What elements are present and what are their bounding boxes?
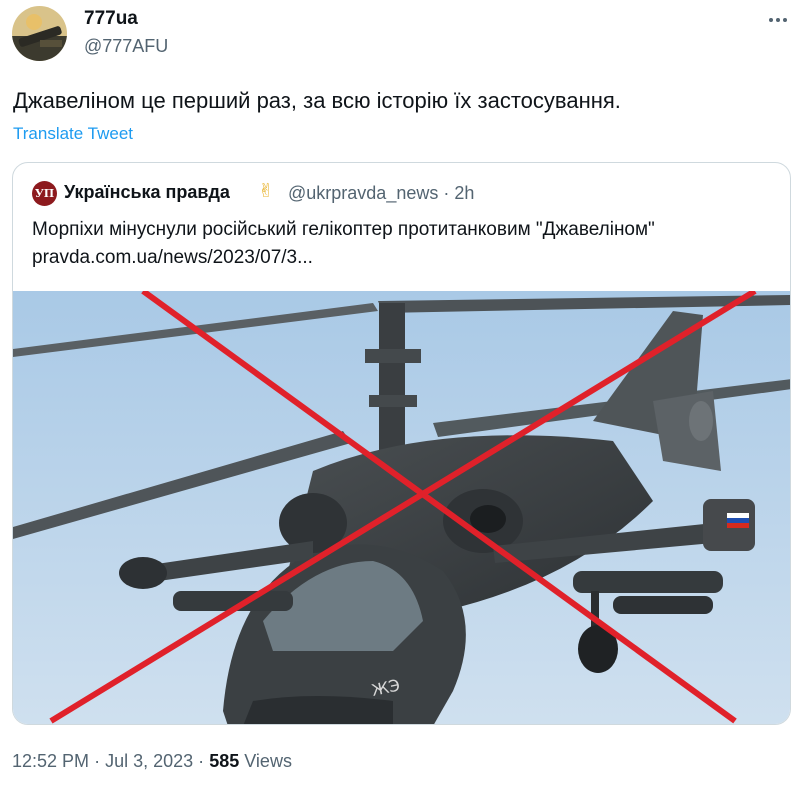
quoted-link[interactable]: pravda.com.ua/news/2023/07/3... (32, 244, 655, 272)
helicopter-photo[interactable]: ЖЭ (13, 288, 790, 724)
quoted-time[interactable]: 2h (454, 183, 474, 203)
tweet-meta: 12:52 PM · Jul 3, 2023 · 585 Views (12, 751, 292, 772)
author-handle[interactable]: @777AFU (84, 36, 168, 57)
quoted-handle[interactable]: @ukrpravda_news (288, 183, 438, 203)
views-label: Views (244, 751, 292, 771)
views-count: 585 (209, 751, 240, 771)
separator-dot: · (443, 183, 450, 203)
quoted-author-name[interactable]: Українська правда (64, 182, 230, 203)
quoted-tweet-card[interactable]: УП Українська правда ✌ @ukrpravda_news ·… (12, 162, 791, 725)
translate-tweet-link[interactable]: Translate Tweet (13, 124, 133, 144)
quoted-text-line: Морпіхи мінуснули російський гелікоптер … (32, 219, 655, 240)
quoted-text: Морпіхи мінуснули російський гелікоптер … (32, 216, 655, 272)
victory-hand-icon: ✌ (258, 181, 274, 202)
tweet-text: Джавеліном це перший раз, за всю історію… (13, 88, 621, 113)
tweet-time[interactable]: 12:52 PM (12, 751, 89, 771)
author-name[interactable]: 777ua (84, 8, 138, 30)
separator-dot: · (94, 751, 101, 771)
separator-dot: · (198, 751, 205, 771)
quoted-handle-line: @ukrpravda_news · 2h (288, 183, 474, 204)
tweet-date[interactable]: Jul 3, 2023 (105, 751, 193, 771)
quoted-avatar[interactable]: УП (32, 181, 57, 206)
author-avatar[interactable] (12, 6, 67, 61)
more-icon[interactable] (764, 6, 792, 34)
